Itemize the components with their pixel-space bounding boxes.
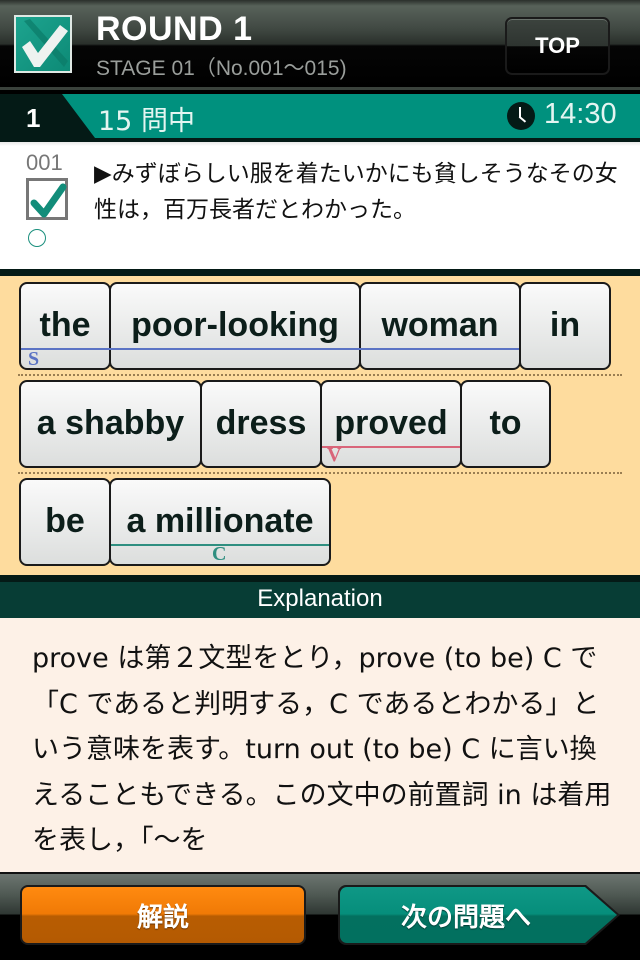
tile-word: to: [489, 404, 522, 442]
word-tiles-area: the poor-looking woman in S a shabby dre…: [0, 276, 640, 575]
word-tile[interactable]: poor-looking: [109, 282, 361, 370]
row-separator: [18, 374, 622, 376]
stage-subtitle: STAGE 01（No.001～015): [96, 57, 347, 80]
clock-icon: [507, 102, 535, 130]
verb-underline: [322, 446, 460, 448]
tile-word: in: [549, 306, 581, 344]
divider: [0, 269, 640, 276]
word-tile[interactable]: in: [519, 282, 611, 370]
word-tile[interactable]: to: [460, 380, 551, 468]
bar-divider: [0, 138, 640, 146]
question-text: ▶みずぼらしい服を着たいかにも貧しそうなその女性は，百万長者だとわかった。: [94, 161, 618, 223]
word-tile[interactable]: dress: [200, 380, 322, 468]
word-tile[interactable]: be: [19, 478, 111, 566]
question-status-bar: 1 15 問中 14:30: [0, 94, 640, 138]
subject-underline: [21, 348, 519, 350]
app-header: ROUND 1 STAGE 01（No.001～015) TOP: [0, 0, 640, 90]
tile-word: poor-looking: [131, 306, 339, 344]
tile-word: woman: [381, 306, 499, 344]
complement-label: C: [212, 543, 227, 565]
verb-label: V: [327, 444, 342, 466]
checkmark-icon: [30, 183, 67, 218]
explanation-title: Explanation: [0, 582, 640, 618]
top-button[interactable]: TOP: [505, 17, 610, 75]
checkmark-pencil-icon: [16, 17, 70, 71]
round-title: ROUND 1: [96, 10, 253, 48]
question-count: 15 問中: [98, 106, 195, 137]
next-question-label[interactable]: 次の問題へ: [338, 885, 594, 945]
subject-label: S: [28, 348, 40, 370]
tile-word: be: [45, 502, 85, 540]
explanation-button[interactable]: 解説: [20, 885, 306, 945]
question-number-badge: 1: [0, 94, 95, 138]
question-number: 1: [26, 103, 41, 133]
explanation-panel[interactable]: prove は第２文型をとり，prove (to be) C で「C であると判…: [0, 618, 640, 872]
tile-word: the: [39, 306, 91, 344]
review-checkbox[interactable]: [26, 178, 68, 220]
question-id: 001: [26, 150, 63, 175]
tile-word: a millionate: [126, 502, 314, 540]
question-panel: 001 ▶みずぼらしい服を着たいかにも貧しそうなその女性は，百万長者だとわかった…: [0, 146, 640, 269]
explanation-text: prove は第２文型をとり，prove (to be) C で「C であると判…: [32, 643, 612, 856]
circle-icon: [28, 229, 46, 247]
word-tile[interactable]: a shabby: [19, 380, 202, 468]
divider: [0, 575, 640, 582]
tile-word: proved: [334, 404, 448, 442]
app-logo: [14, 15, 72, 73]
tile-word: dress: [215, 404, 307, 442]
tile-word: a shabby: [36, 404, 185, 442]
word-tile[interactable]: woman: [359, 282, 521, 370]
row-separator: [18, 472, 622, 474]
timer: 14:30: [544, 98, 617, 130]
